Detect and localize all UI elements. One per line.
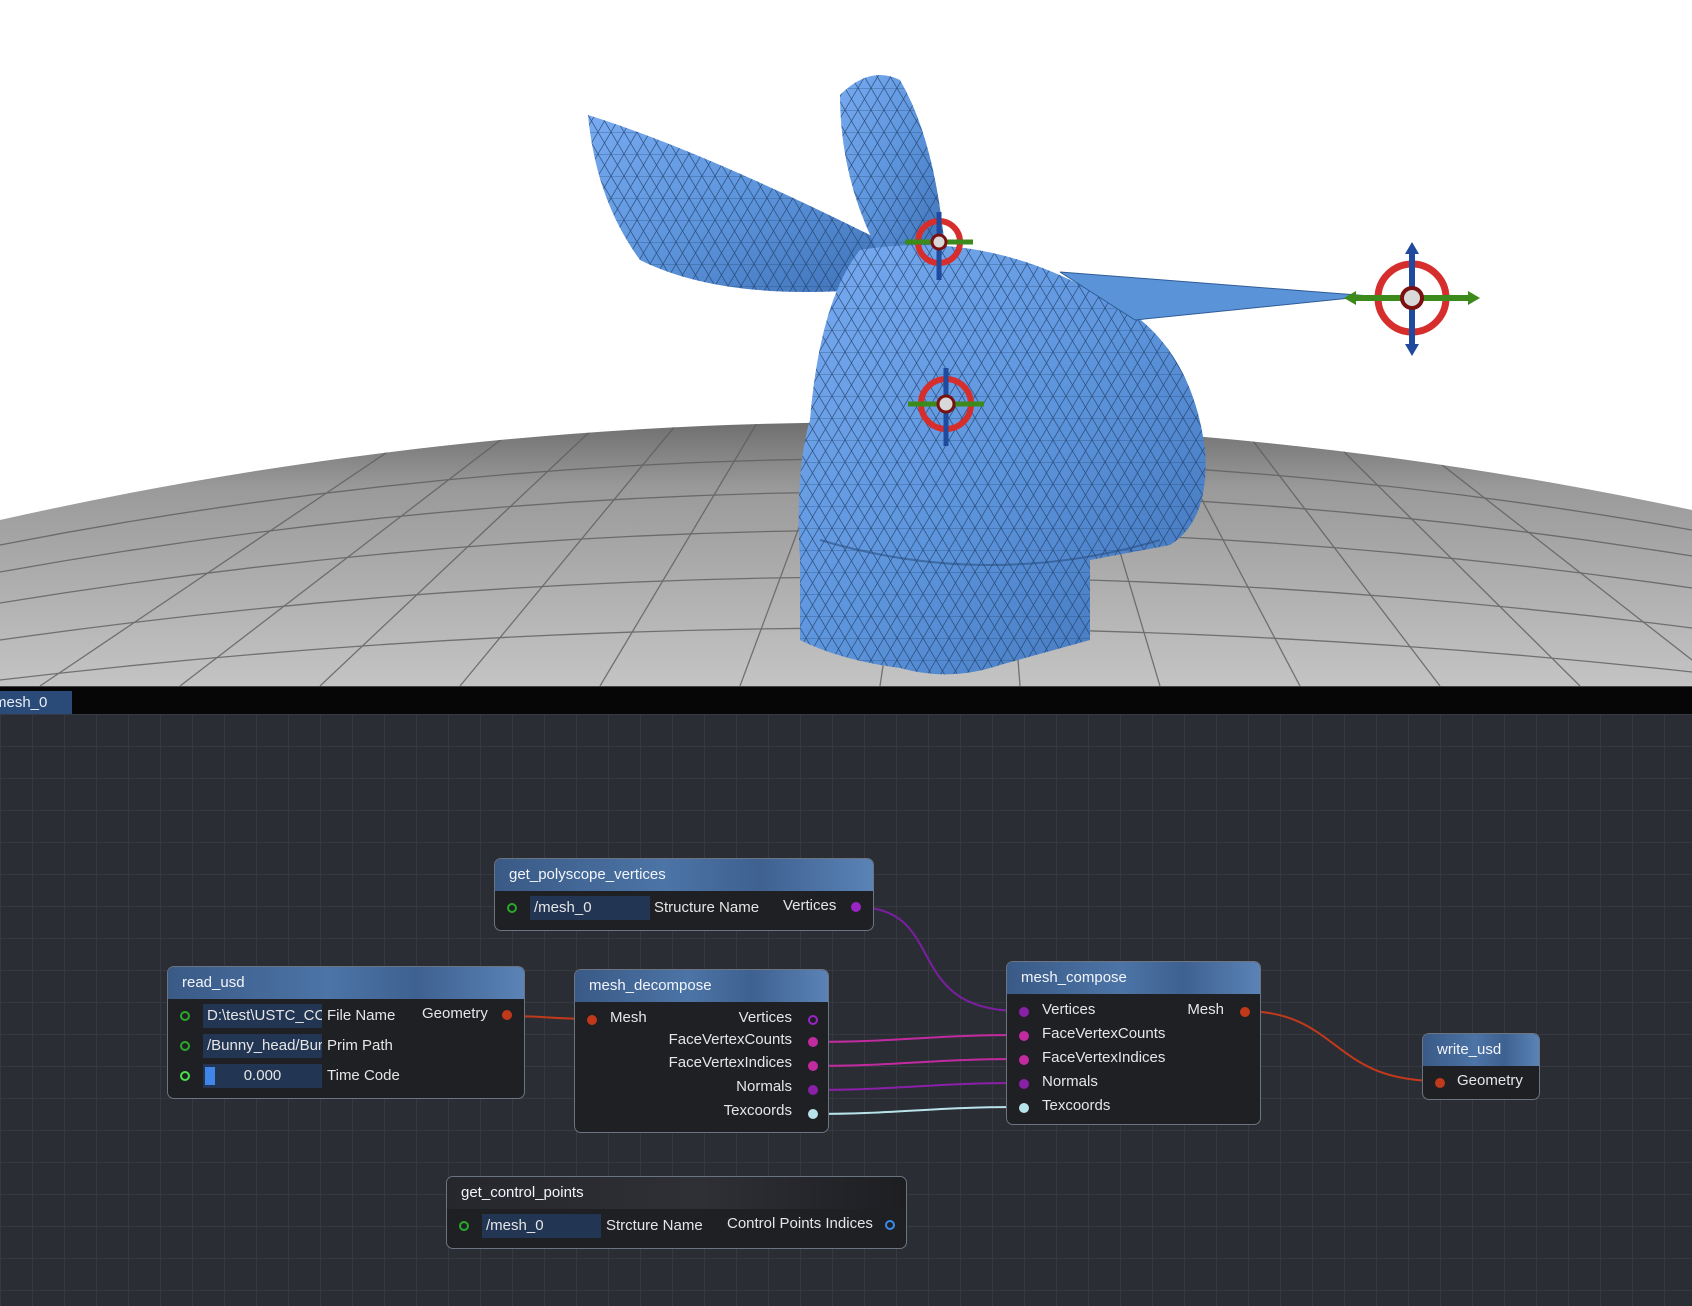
- texcoords-output-label: Texcoords: [723, 1102, 792, 1119]
- structure-name-label: Structure Name: [654, 899, 760, 916]
- node-title: write_usd: [1423, 1034, 1539, 1066]
- wire-facevertexindices: [811, 1058, 1021, 1067]
- file-name-pin[interactable]: [180, 1011, 190, 1021]
- facevertexcounts-input-pin[interactable]: [1019, 1031, 1029, 1041]
- node-mesh-compose[interactable]: mesh_compose Vertices Mesh FaceVertexCou…: [1006, 961, 1261, 1125]
- geometry-input-label: Geometry: [1457, 1072, 1523, 1089]
- control-points-output-pin[interactable]: [885, 1220, 895, 1230]
- viewport-scene[interactable]: [0, 0, 1692, 686]
- normals-input-label: Normals: [1042, 1073, 1098, 1090]
- wire-vertices-polyscope-compose: [855, 906, 1021, 1012]
- time-code-value: 0.000: [243, 1067, 282, 1084]
- facevertexcounts-output-label: FaceVertexCounts: [668, 1031, 792, 1048]
- transform-gizmo-icon[interactable]: [1344, 242, 1480, 356]
- editor-tab-bar: mesh_0: [0, 686, 1692, 715]
- time-code-slider[interactable]: 0.000: [203, 1064, 322, 1088]
- facevertexcounts-output-pin[interactable]: [808, 1037, 818, 1047]
- structure-name-field[interactable]: /mesh_0: [530, 896, 650, 920]
- vertices-input-pin[interactable]: [1019, 1007, 1029, 1017]
- mesh-input-pin[interactable]: [587, 1015, 597, 1025]
- node-title: get_control_points: [447, 1177, 906, 1209]
- geometry-input-pin[interactable]: [1435, 1078, 1445, 1088]
- node-title: mesh_compose: [1007, 962, 1260, 994]
- node-title: mesh_decompose: [575, 970, 828, 1002]
- facevertexindices-input-label: FaceVertexIndices: [1042, 1049, 1166, 1066]
- facevertexindices-output-pin[interactable]: [808, 1061, 818, 1071]
- node-mesh-decompose[interactable]: mesh_decompose Mesh Vertices FaceVertexC…: [574, 969, 829, 1133]
- time-code-label: Time Code: [327, 1067, 400, 1084]
- node-read-usd[interactable]: read_usd D:\test\USTC_CC File Name Geome…: [167, 966, 525, 1099]
- geometry-output-label: Geometry: [422, 1005, 488, 1022]
- input-pin[interactable]: [459, 1221, 469, 1231]
- mesh-input-label: Mesh: [610, 1009, 647, 1026]
- mesh-output-pin[interactable]: [1240, 1007, 1250, 1017]
- structure-name-label: Strcture Name: [606, 1217, 703, 1234]
- prim-path-label: Prim Path: [327, 1037, 393, 1054]
- normals-input-pin[interactable]: [1019, 1079, 1029, 1089]
- node-title: get_polyscope_vertices: [495, 859, 873, 891]
- texcoords-input-label: Texcoords: [1042, 1097, 1111, 1114]
- 3d-viewport[interactable]: [0, 0, 1692, 686]
- node-title: read_usd: [168, 967, 524, 999]
- texcoords-output-pin[interactable]: [808, 1109, 818, 1119]
- wire-facevertexcounts: [811, 1034, 1021, 1043]
- file-name-field[interactable]: D:\test\USTC_CC: [203, 1004, 322, 1028]
- node-get-polyscope-vertices[interactable]: get_polyscope_vertices /mesh_0 Structure…: [494, 858, 874, 931]
- facevertexindices-output-label: FaceVertexIndices: [668, 1054, 792, 1071]
- facevertexindices-input-pin[interactable]: [1019, 1055, 1029, 1065]
- geometry-output-pin[interactable]: [502, 1010, 512, 1020]
- prim-path-field[interactable]: /Bunny_head/Bur: [203, 1034, 322, 1058]
- prim-path-pin[interactable]: [180, 1041, 190, 1051]
- tab-mesh-0[interactable]: mesh_0: [0, 691, 72, 715]
- vertices-output-label: Vertices: [738, 1009, 792, 1026]
- control-points-output-label: Control Points Indices: [727, 1215, 873, 1232]
- file-name-label: File Name: [327, 1007, 396, 1024]
- vertices-output-label: Vertices: [783, 897, 837, 914]
- wire-texcoords: [811, 1106, 1021, 1115]
- node-write-usd[interactable]: write_usd Geometry: [1422, 1033, 1540, 1100]
- node-graph-editor[interactable]: get_polyscope_vertices /mesh_0 Structure…: [0, 714, 1692, 1306]
- vertices-output-pin[interactable]: [808, 1015, 818, 1025]
- input-pin[interactable]: [507, 903, 517, 913]
- mesh-output-label: Mesh: [1187, 1001, 1224, 1018]
- structure-name-field[interactable]: /mesh_0: [482, 1214, 601, 1238]
- time-code-pin[interactable]: [180, 1071, 190, 1081]
- vertices-output-pin[interactable]: [851, 902, 861, 912]
- node-get-control-points[interactable]: get_control_points /mesh_0 Strcture Name…: [446, 1176, 907, 1249]
- normals-output-label: Normals: [736, 1078, 792, 1095]
- vertices-input-label: Vertices: [1042, 1001, 1096, 1018]
- normals-output-pin[interactable]: [808, 1085, 818, 1095]
- facevertexcounts-input-label: FaceVertexCounts: [1042, 1025, 1166, 1042]
- texcoords-input-pin[interactable]: [1019, 1103, 1029, 1113]
- wire-mesh-compose-write: [1242, 1010, 1439, 1082]
- wire-normals: [811, 1082, 1021, 1091]
